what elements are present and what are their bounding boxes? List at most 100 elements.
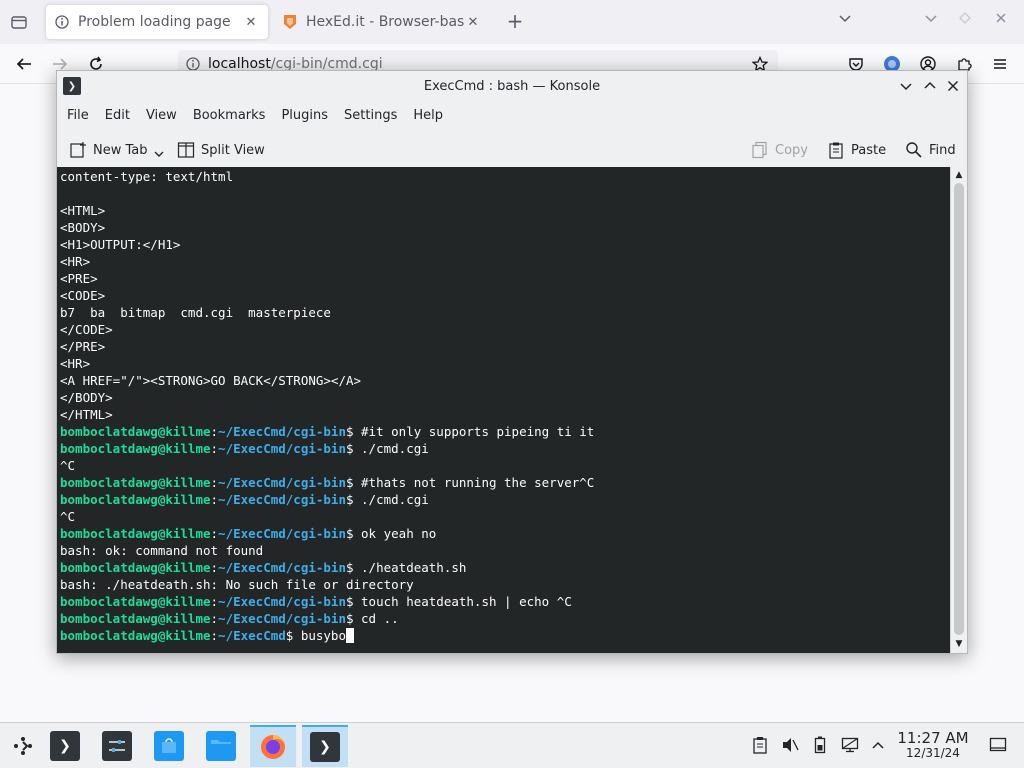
terminal-line: bash: ok: command not found: [60, 542, 950, 559]
menu-help[interactable]: Help: [413, 108, 453, 123]
copy-label: Copy: [775, 142, 808, 158]
terminal-line: <HR>: [60, 355, 950, 372]
command-text: $ busybo: [285, 628, 346, 643]
prompt-user: bomboclatdawg@killme: [60, 611, 211, 626]
minimize-icon[interactable]: [924, 11, 938, 29]
menu-file[interactable]: File: [67, 108, 99, 123]
command-text: $ touch heatdeath.sh | echo ^C: [345, 594, 572, 609]
taskbar-clock[interactable]: 11:27 AM 12/31/24: [896, 731, 970, 761]
search-icon: [905, 141, 923, 159]
volume-muted-icon[interactable]: [780, 735, 800, 755]
output-text: content-type: text/html: [60, 169, 234, 184]
konsole-window-title: ExecCmd : bash — Konsole: [423, 78, 601, 94]
konsole-toolbar: New Tab Split View Copy Paste Find: [57, 133, 967, 167]
new-tab-icon: [69, 141, 87, 159]
prompt-separator: :: [210, 628, 219, 643]
tab-list-icon[interactable]: [8, 11, 30, 33]
terminal-scrollbar[interactable]: ▲ ▼: [950, 167, 967, 653]
output-text: <BODY>: [60, 220, 106, 235]
scrollbar-thumb[interactable]: [954, 183, 964, 635]
maximize-chevron-icon[interactable]: [921, 77, 939, 95]
menu-view[interactable]: View: [146, 108, 187, 123]
maximize-icon[interactable]: [958, 11, 972, 29]
browser-tab-problem-loading[interactable]: Problem loading page ✕: [46, 5, 268, 39]
minimize-chevron-icon[interactable]: [897, 77, 915, 95]
konsole-menu-bar: File Edit View Bookmarks Plugins Setting…: [57, 101, 967, 129]
prompt-separator: :: [210, 594, 219, 609]
prompt-path: ~/ExecCmd/cgi-bin: [218, 594, 346, 609]
hamburger-menu-icon[interactable]: [988, 52, 1012, 76]
taskbar-firefox-icon[interactable]: [250, 725, 296, 767]
prompt-path: ~/ExecCmd/cgi-bin: [218, 424, 346, 439]
new-tab-button[interactable]: New Tab: [69, 139, 164, 161]
output-text: <A HREF="/"><STRONG>GO BACK</STRONG></A>: [60, 373, 362, 388]
taskbar-system-settings-icon[interactable]: [94, 725, 140, 767]
browser-tab-bar: Problem loading page ✕ HexEd.it - Browse…: [0, 0, 1024, 44]
output-text: <HR>: [60, 356, 91, 371]
prompt-path: ~/ExecCmd/cgi-bin: [218, 560, 346, 575]
back-arrow-icon[interactable]: [12, 52, 36, 76]
paste-button[interactable]: Paste: [827, 139, 886, 161]
prompt-user: bomboclatdawg@killme: [60, 594, 211, 609]
copy-button[interactable]: Copy: [751, 139, 808, 161]
close-tab-icon[interactable]: ✕: [242, 15, 260, 30]
prompt-user: bomboclatdawg@killme: [60, 424, 211, 439]
page-info-icon[interactable]: [186, 57, 200, 71]
find-button[interactable]: Find: [905, 139, 956, 161]
terminal-line: </BODY>: [60, 389, 950, 406]
prompt-user: bomboclatdawg@killme: [60, 560, 211, 575]
output-text: <CODE>: [60, 288, 106, 303]
clipboard-icon[interactable]: [750, 735, 770, 755]
terminal-line: </PRE>: [60, 338, 950, 355]
prompt-user: bomboclatdawg@killme: [60, 492, 211, 507]
command-text: $ ./heatdeath.sh: [345, 560, 467, 575]
prompt-separator: :: [210, 526, 219, 541]
terminal-lines: content-type: text/html <HTML> <BODY> <H1>O…: [57, 167, 950, 644]
menu-bookmarks[interactable]: Bookmarks: [193, 108, 276, 123]
menu-edit[interactable]: Edit: [105, 108, 140, 123]
taskbar-dolphin-folder-icon[interactable]: [198, 725, 244, 767]
terminal-line: bomboclatdawg@killme:~/ExecCmd/cgi-bin$ …: [60, 525, 950, 542]
scroll-down-icon[interactable]: ▼: [951, 637, 967, 651]
command-text: $ ./cmd.cgi: [345, 441, 429, 456]
tab-label: HexEd.it - Browser-based: [306, 14, 464, 30]
terminal-line: b7 ba bitmap cmd.cgi masterpiece: [60, 304, 950, 321]
output-text: <HR>: [60, 254, 91, 269]
browser-tab-hexed[interactable]: HexEd.it - Browser-based ✕: [274, 5, 490, 39]
taskbar-konsole-icon[interactable]: ❯: [42, 725, 88, 767]
terminal-line: bomboclatdawg@killme:~/ExecCmd/cgi-bin$ …: [60, 423, 950, 440]
chevron-down-icon[interactable]: [154, 147, 164, 162]
close-icon[interactable]: [944, 77, 962, 95]
prompt-separator: :: [210, 441, 219, 456]
output-text: </HTML>: [60, 407, 113, 422]
paste-label: Paste: [851, 142, 887, 158]
network-icon[interactable]: [840, 735, 860, 755]
close-window-icon[interactable]: [994, 11, 1008, 29]
terminal-line: </CODE>: [60, 321, 950, 338]
menu-plugins[interactable]: Plugins: [281, 108, 338, 123]
taskbar-konsole-active-icon[interactable]: ❯: [302, 725, 348, 767]
terminal-line: bash: ./heatdeath.sh: No such file or di…: [60, 576, 950, 593]
new-tab-plus-icon[interactable]: +: [504, 11, 526, 33]
show-hidden-tray-chevron-icon[interactable]: [868, 735, 888, 755]
output-text: ^C: [60, 458, 76, 473]
app-launcher-icon[interactable]: [0, 725, 46, 767]
terminal-line: bomboclatdawg@killme:~/ExecCmd/cgi-bin$ …: [60, 593, 950, 610]
terminal-output[interactable]: content-type: text/html <HTML> <BODY> <H1>O…: [57, 167, 950, 653]
scroll-up-icon[interactable]: ▲: [951, 168, 967, 182]
prompt-user: bomboclatdawg@killme: [60, 526, 211, 541]
show-desktop-icon[interactable]: [988, 735, 1008, 755]
output-text: <PRE>: [60, 271, 98, 286]
command-text: $ ./cmd.cgi: [345, 492, 429, 507]
battery-icon[interactable]: [810, 735, 830, 755]
output-text: bash: ./heatdeath.sh: No such file or di…: [60, 577, 414, 592]
terminal-line: <HR>: [60, 253, 950, 270]
tab-overflow-chevron-icon[interactable]: [838, 11, 852, 29]
split-view-button[interactable]: Split View: [177, 139, 265, 161]
close-tab-icon[interactable]: ✕: [464, 15, 482, 30]
menu-settings[interactable]: Settings: [344, 108, 407, 123]
prompt-path: ~/ExecCmd/cgi-bin: [218, 526, 346, 541]
terminal-line: bomboclatdawg@killme:~/ExecCmd/cgi-bin$ …: [60, 610, 950, 627]
terminal-cursor: [346, 628, 354, 643]
taskbar-discover-icon[interactable]: [146, 725, 192, 767]
